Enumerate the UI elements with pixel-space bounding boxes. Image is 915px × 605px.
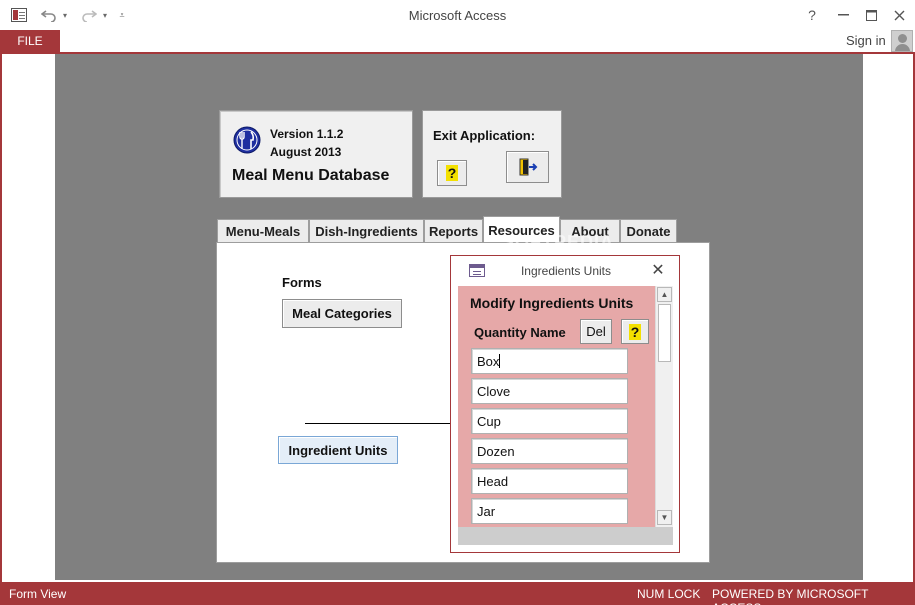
ingredients-units-popup: Ingredients Units ✕ Modify Ingredients U…	[450, 255, 680, 553]
file-tab[interactable]: FILE	[0, 30, 60, 52]
app-header-panel: Version 1.1.2 August 2013 Meal Menu Data…	[219, 110, 413, 198]
quantity-name-label: Quantity Name	[474, 325, 566, 340]
frame-left-border	[0, 52, 2, 582]
unit-field-jar[interactable]: Jar	[471, 498, 628, 524]
scroll-thumb[interactable]	[658, 304, 671, 362]
subform-scrollbar[interactable]: ▲ ▼	[655, 286, 673, 527]
unit-field-dozen[interactable]: Dozen	[471, 438, 628, 464]
help-question-icon: ?	[445, 165, 459, 181]
popup-close-icon[interactable]: ✕	[648, 260, 668, 280]
version-label: Version 1.1.2	[270, 127, 344, 141]
unit-field-cup[interactable]: Cup	[471, 408, 628, 434]
ingredient-units-button[interactable]: Ingredient Units	[278, 436, 398, 464]
divider-line	[305, 423, 451, 424]
delete-button[interactable]: Del	[580, 319, 612, 344]
popup-help-button[interactable]: ?	[621, 319, 649, 344]
user-avatar-icon[interactable]	[891, 30, 913, 52]
scroll-down-icon[interactable]: ▼	[657, 510, 672, 525]
tab-donate[interactable]: Donate	[620, 219, 677, 242]
exit-application-button[interactable]	[506, 151, 549, 183]
minimize-icon[interactable]	[830, 4, 856, 26]
close-icon[interactable]	[886, 4, 912, 26]
popup-title: Ingredients Units	[520, 264, 612, 278]
help-question-icon: ?	[628, 323, 642, 340]
release-date-label: August 2013	[270, 145, 342, 159]
exit-help-button[interactable]: ?	[437, 160, 467, 186]
meal-categories-button[interactable]: Meal Categories	[282, 299, 402, 328]
tab-menu-meals[interactable]: Menu-Meals	[217, 219, 309, 242]
exit-application-label: Exit Application:	[433, 128, 536, 143]
exit-panel: Exit Application: ?	[422, 110, 562, 198]
scroll-up-icon[interactable]: ▲	[657, 287, 672, 302]
ingredients-subform: Modify Ingredients Units Quantity Name D…	[458, 286, 655, 527]
fork-knife-logo-icon	[233, 126, 261, 154]
app-title: Meal Menu Database	[232, 167, 390, 184]
text-cursor	[499, 354, 501, 368]
title-bar: ▾ ▾ ⩡ Microsoft Access ?	[0, 0, 915, 30]
powered-by-label: POWERED BY MICROSOFT ACCESS	[712, 587, 869, 605]
form-view-status: Form View	[9, 587, 67, 601]
unit-field-clove[interactable]: Clove	[471, 378, 628, 404]
subform-footer	[458, 527, 673, 545]
sign-in-link[interactable]: Sign in	[846, 33, 886, 48]
forms-label: Forms	[282, 275, 322, 290]
exit-door-icon	[519, 158, 537, 176]
status-bar: Form View NUM LOCK POWERED BY MICROSOFT …	[0, 582, 915, 605]
unit-field-head[interactable]: Head	[471, 468, 628, 494]
unit-value: Box	[477, 353, 500, 369]
modify-units-heading: Modify Ingredients Units	[470, 295, 634, 311]
tab-reports[interactable]: Reports	[424, 219, 483, 242]
ribbon-row: FILE Sign in	[0, 30, 915, 52]
tab-dish-ingredients[interactable]: Dish-Ingredients	[309, 219, 424, 242]
maximize-icon[interactable]	[858, 4, 884, 26]
softpedia-watermark: SOFTPEDIA	[502, 232, 615, 252]
unit-field-box[interactable]: Box	[471, 348, 628, 374]
help-button[interactable]: ?	[799, 4, 825, 26]
num-lock-status: NUM LOCK	[637, 587, 701, 601]
window-title: Microsoft Access	[408, 8, 507, 23]
